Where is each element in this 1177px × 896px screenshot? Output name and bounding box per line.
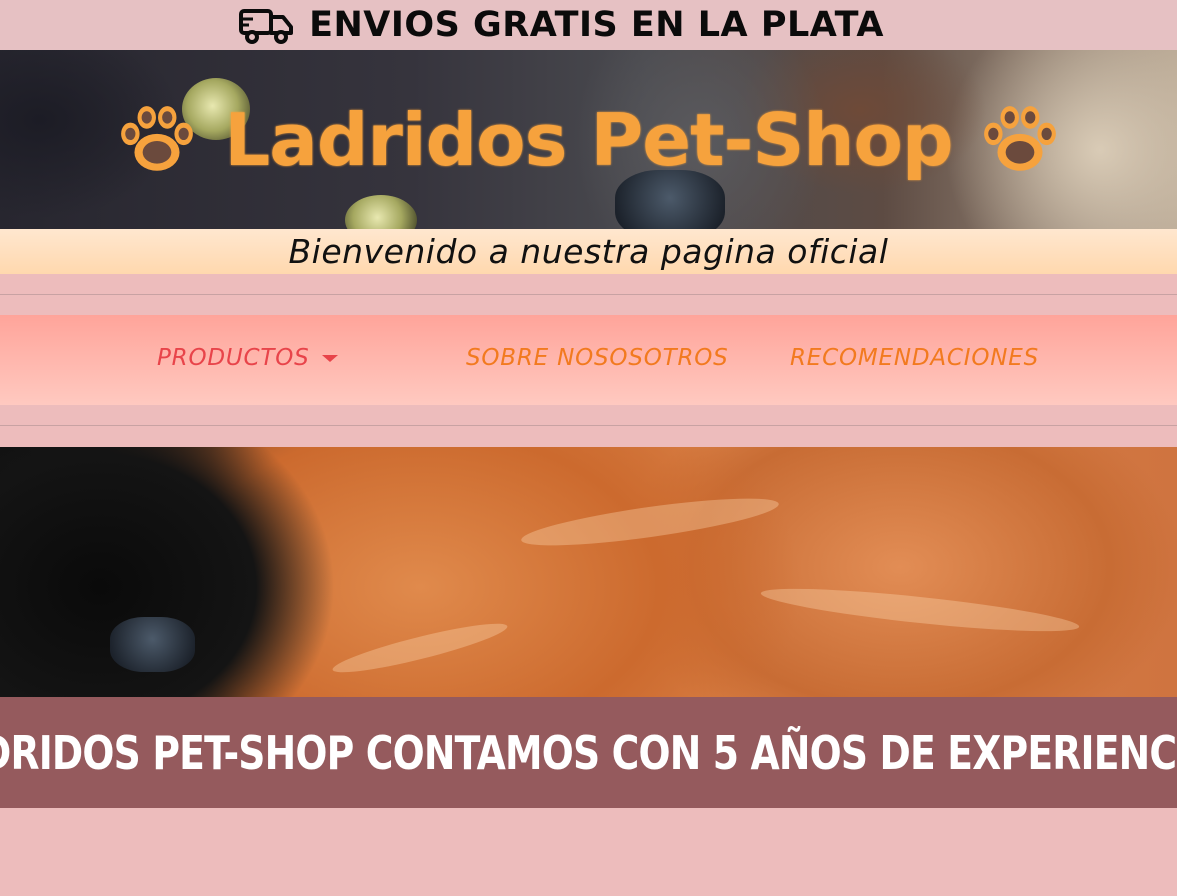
header-banner: Ladridos Pet-Shop [0,50,1177,230]
welcome-text: Bienvenido a nuestra pagina oficial [288,232,889,271]
main-navigation: PRODUCTOS SOBRE NOSOSOTROS RECOMENDACION… [0,315,1177,405]
brand-name: Ladridos Pet-Shop [224,98,953,182]
caret-down-icon [321,354,338,362]
shipping-announcement-bar: ENVIOS GRATIS EN LA PLATA [0,0,1177,50]
marquee-text: DRIDOS PET-SHOP CONTAMOS CON 5 AÑOS DE E… [0,725,1177,780]
nav-item-label: PRODUCTOS [157,345,310,371]
cat-eye [345,195,417,230]
brand-title: Ladridos Pet-Shop [0,98,1177,182]
fur-highlight [330,615,510,681]
truck-icon [239,9,294,44]
paw-icon [121,106,194,171]
dog-nose [110,617,195,672]
experience-marquee: DRIDOS PET-SHOP CONTAMOS CON 5 AÑOS DE E… [0,697,1177,808]
fur-highlight [519,489,781,555]
nav-item-label: SOBRE NOSOSOTROS [466,345,729,371]
nav-item-sobre-nosotros[interactable]: SOBRE NOSOSOTROS [466,345,729,371]
divider [0,425,1177,426]
shipping-text: ENVIOS GRATIS EN LA PLATA [309,5,884,45]
hero-photo-dog-and-cat [0,447,1177,699]
paw-icon [983,106,1056,171]
nav-item-productos[interactable]: PRODUCTOS [157,345,338,371]
fur-highlight [759,580,1081,640]
welcome-banner: Bienvenido a nuestra pagina oficial [0,229,1177,274]
divider [0,294,1177,295]
nav-item-recomendaciones[interactable]: RECOMENDACIONES [790,345,1039,371]
nav-item-label: RECOMENDACIONES [790,345,1039,371]
